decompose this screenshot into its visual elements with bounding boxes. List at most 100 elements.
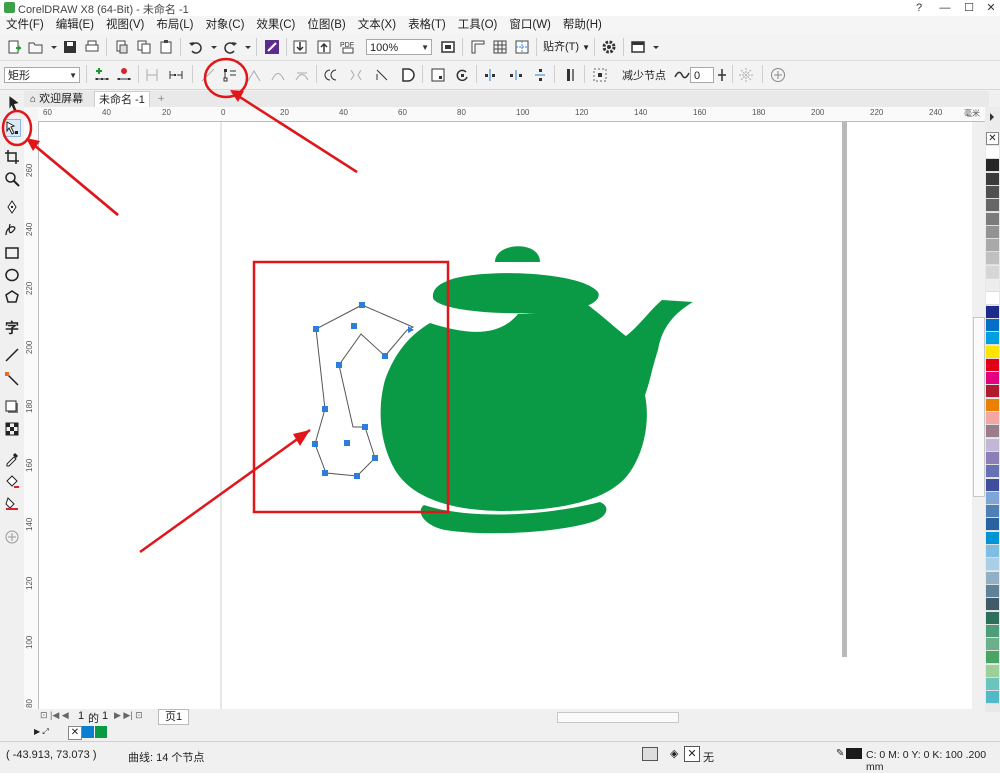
delete-node-icon[interactable]: [116, 67, 132, 83]
select-all-nodes-icon[interactable]: [592, 67, 608, 83]
shape-type-dropdown-arrow-icon[interactable]: ▼: [69, 68, 77, 84]
print-icon[interactable]: [84, 39, 100, 55]
palette-swatch[interactable]: [986, 332, 999, 346]
snap-to-button[interactable]: 贴齐(T) ▼: [543, 38, 590, 57]
menu-table[interactable]: 表格(T): [402, 16, 452, 34]
palette-swatch[interactable]: [986, 358, 999, 372]
palette-swatch[interactable]: [986, 305, 999, 319]
palette-swatch[interactable]: [986, 146, 999, 159]
palette-swatch[interactable]: [986, 185, 999, 199]
options-gear-icon[interactable]: [601, 39, 617, 55]
palette-swatch[interactable]: [986, 491, 999, 505]
palette-swatch[interactable]: [986, 292, 999, 306]
convert-to-curve-icon[interactable]: [222, 67, 238, 83]
horizontal-scrollbar-thumb[interactable]: [557, 712, 679, 723]
menu-effects[interactable]: 效果(C): [250, 16, 301, 34]
publish-pdf-icon[interactable]: PDF: [340, 39, 356, 55]
menu-object[interactable]: 对象(C): [199, 16, 250, 34]
new-tab-button[interactable]: +: [154, 91, 168, 107]
palette-swatch[interactable]: [986, 584, 999, 598]
palette-swatch[interactable]: [986, 638, 999, 652]
curve-smoothness-input[interactable]: 0: [690, 67, 714, 83]
color-proof-icon[interactable]: [642, 747, 658, 761]
full-screen-preview-icon[interactable]: [440, 39, 456, 55]
shape-type-select[interactable]: 矩形 ▼: [4, 67, 80, 83]
new-document-icon[interactable]: [6, 39, 22, 55]
palette-swatch[interactable]: [986, 398, 999, 412]
reflect-nodes-vertical-icon[interactable]: [532, 67, 548, 83]
menu-tools[interactable]: 工具(O): [452, 16, 504, 34]
join-nodes-icon[interactable]: [144, 67, 160, 83]
palette-swatch[interactable]: [986, 385, 999, 399]
rectangle-icon[interactable]: [4, 245, 20, 261]
polygon-icon[interactable]: [4, 289, 20, 305]
page-current[interactable]: 1: [78, 710, 84, 722]
palette-swatch[interactable]: [986, 531, 999, 545]
tab-welcome-screen[interactable]: ⌂ 欢迎屏幕: [26, 91, 87, 107]
vertical-scrollbar[interactable]: [972, 122, 985, 710]
no-color-swatch[interactable]: ✕: [986, 132, 999, 145]
page-next-icon[interactable]: ▶ ▶| ⊡: [114, 710, 143, 721]
menu-help[interactable]: 帮助(H): [557, 16, 608, 34]
palette-swatch[interactable]: [986, 598, 999, 612]
ruler-origin[interactable]: [24, 107, 39, 122]
export-icon[interactable]: [316, 39, 332, 55]
ellipse-icon[interactable]: [4, 267, 20, 283]
doc-color-swatch[interactable]: [95, 726, 107, 738]
cusp-node-icon[interactable]: [246, 67, 262, 83]
palette-swatch[interactable]: [986, 678, 999, 691]
open-dropdown-arrow-icon[interactable]: [46, 39, 57, 55]
palette-swatch[interactable]: [986, 225, 999, 239]
text-icon[interactable]: 字: [4, 319, 20, 335]
paste-icon[interactable]: [158, 39, 174, 55]
show-grid-icon[interactable]: [492, 39, 508, 55]
palette-scroll-up[interactable]: [985, 107, 1000, 131]
palette-swatch[interactable]: [986, 372, 999, 386]
help-button[interactable]: ?: [906, 0, 932, 16]
zoom-icon[interactable]: [4, 171, 20, 187]
fill-bucket-icon[interactable]: ◈: [670, 747, 678, 760]
palette-swatch[interactable]: [986, 611, 999, 625]
break-curve-icon[interactable]: [168, 67, 184, 83]
crop-icon[interactable]: [4, 149, 20, 165]
copy-icon[interactable]: [136, 39, 152, 55]
palette-swatch[interactable]: [986, 465, 999, 479]
palette-swatch[interactable]: [986, 451, 999, 465]
palette-swatch[interactable]: [986, 478, 999, 492]
save-icon[interactable]: [62, 39, 78, 55]
doc-color-swatch[interactable]: [82, 726, 94, 738]
palette-swatch[interactable]: [986, 571, 999, 585]
palette-swatch[interactable]: [986, 252, 999, 266]
open-folder-icon[interactable]: [28, 39, 44, 55]
transparency-icon[interactable]: [4, 421, 20, 437]
vertical-ruler[interactable]: 260 240 220 200 180 160 140 120 100 80: [24, 121, 39, 709]
close-button[interactable]: ✕: [978, 0, 1000, 16]
palette-swatch[interactable]: [986, 425, 999, 439]
reduce-nodes-button[interactable]: 减少节点: [622, 68, 666, 84]
horizontal-scrollbar[interactable]: [538, 709, 972, 725]
outline-pen-icon[interactable]: ✎: [836, 748, 844, 759]
drawing-canvas[interactable]: [39, 122, 972, 710]
shape-tool-icon[interactable]: [3, 119, 21, 137]
extract-subpath-icon[interactable]: [374, 67, 390, 83]
palette-swatch[interactable]: [986, 545, 999, 558]
palette-swatch[interactable]: [986, 279, 999, 292]
elastic-mode-icon[interactable]: [562, 67, 578, 83]
palette-swatch[interactable]: [986, 518, 999, 532]
menu-layout[interactable]: 布局(L): [150, 16, 199, 34]
smooth-node-icon[interactable]: [270, 67, 286, 83]
palette-swatch[interactable]: [986, 159, 999, 173]
palette-swatch[interactable]: [986, 318, 999, 332]
doc-palette-menu-icon[interactable]: ▶ ⤢: [34, 727, 49, 737]
palette-swatch[interactable]: [986, 212, 999, 226]
node-sparkle-icon[interactable]: [738, 67, 754, 83]
reverse-direction-icon[interactable]: [322, 67, 338, 83]
parallel-dimension-icon[interactable]: [4, 347, 20, 363]
menu-edit[interactable]: 编辑(E): [50, 16, 100, 34]
palette-swatch[interactable]: [986, 265, 999, 279]
no-color-swatch[interactable]: ✕: [68, 726, 82, 740]
drop-shadow-icon[interactable]: [4, 399, 20, 415]
palette-swatch[interactable]: [986, 505, 999, 519]
menu-text[interactable]: 文本(X): [352, 16, 402, 34]
palette-swatch[interactable]: [986, 624, 999, 638]
